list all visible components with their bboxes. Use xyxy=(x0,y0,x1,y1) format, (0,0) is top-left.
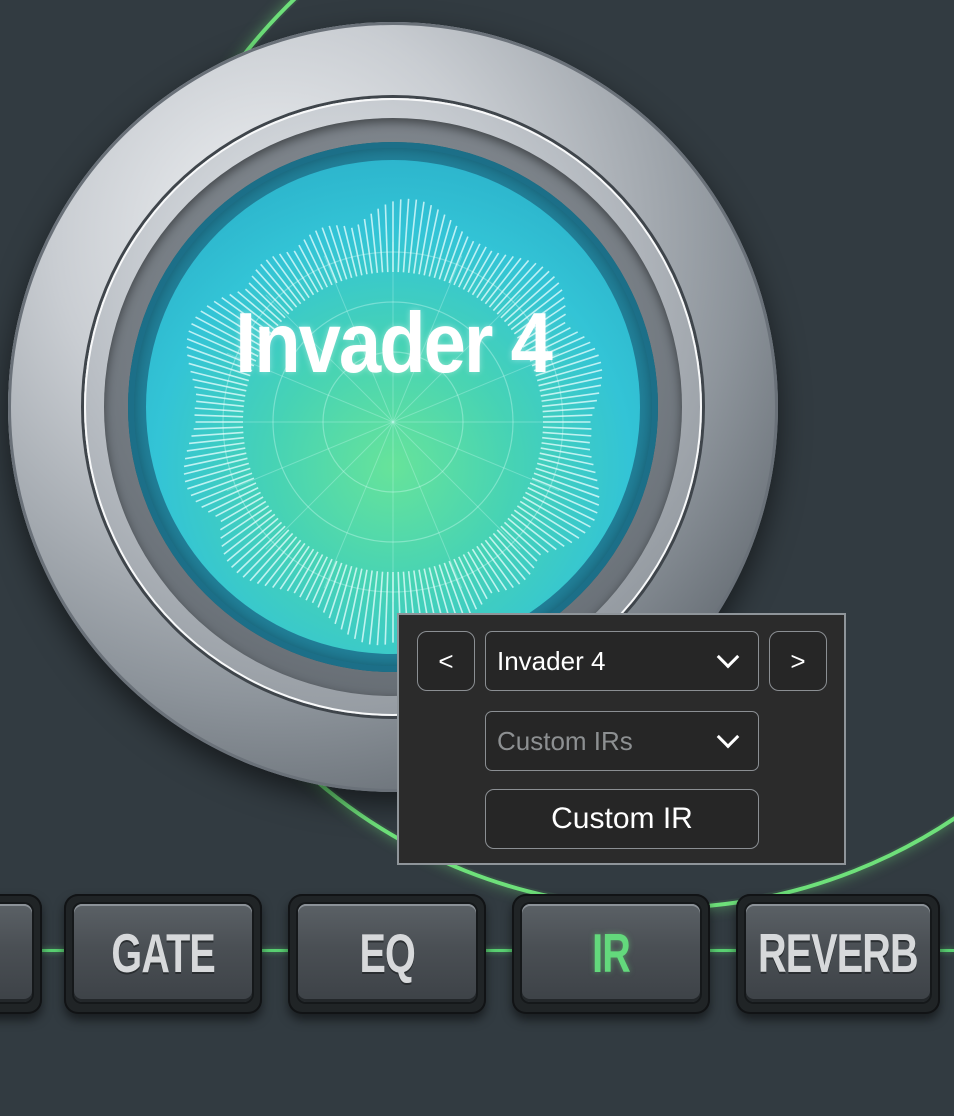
waveform-spike xyxy=(194,414,244,418)
ir-category-select-value: Custom IRs xyxy=(497,725,633,756)
module-label: REVERB xyxy=(758,922,919,984)
waveform-spike xyxy=(529,482,598,514)
waveform-spike xyxy=(527,487,595,521)
waveform-spike xyxy=(539,452,594,466)
waveform-spike xyxy=(191,431,244,437)
waveform-spike xyxy=(428,567,443,619)
waveform-spike xyxy=(542,407,595,413)
custom-ir-button[interactable]: Custom IR xyxy=(485,789,759,849)
waveform-spike xyxy=(397,199,402,273)
chevron-down-icon xyxy=(716,645,740,669)
waveform-spike xyxy=(188,436,244,445)
waveform-spike xyxy=(542,431,592,437)
waveform-spike xyxy=(377,208,384,273)
waveform-spike xyxy=(384,204,389,273)
ir-select-panel: < Invader 4 > Custom IRs Custom IR xyxy=(397,613,846,865)
chevron-down-icon xyxy=(716,725,740,749)
waveform-spike xyxy=(402,198,410,273)
next-ir-button[interactable]: > xyxy=(769,631,827,691)
module-label: GATE xyxy=(111,922,215,984)
waveform-spike xyxy=(221,509,273,548)
waveform-spike xyxy=(347,568,363,635)
knob-title: Invader 4 xyxy=(235,295,553,392)
waveform-spike xyxy=(516,505,573,544)
module-button-ir[interactable]: IR xyxy=(512,894,710,1014)
module-label: EQ xyxy=(359,922,415,984)
module-button-eq[interactable]: EQ xyxy=(288,894,486,1014)
waveform-spike xyxy=(256,536,298,585)
waveform-spike xyxy=(219,500,267,531)
ir-preset-select[interactable]: Invader 4 xyxy=(485,631,759,691)
waveform-spike xyxy=(201,482,257,508)
ir-category-select[interactable]: Custom IRs xyxy=(485,711,759,771)
waveform-spike xyxy=(542,436,590,444)
waveform-graphic xyxy=(183,198,603,646)
waveform-spike xyxy=(384,571,389,645)
ir-preset-select-value: Invader 4 xyxy=(497,645,606,676)
waveform-spike xyxy=(500,525,538,562)
waveform-spike xyxy=(542,399,598,408)
waveform-spike xyxy=(193,426,244,430)
waveform-spike xyxy=(207,487,259,513)
waveform-spike xyxy=(513,509,565,548)
waveform-spike xyxy=(343,225,358,277)
waveform-spike xyxy=(196,400,244,408)
module-button-gate[interactable]: GATE xyxy=(64,894,262,1014)
waveform-spike xyxy=(542,426,592,430)
waveform-spike xyxy=(370,213,379,273)
prev-ir-button[interactable]: < xyxy=(417,631,475,691)
waveform-spike xyxy=(418,204,433,275)
waveform-spike xyxy=(542,414,593,418)
waveform-spike xyxy=(376,571,384,646)
app-stage: Invader 4 < Invader 4 > Custom IRs Custo… xyxy=(0,0,954,1116)
module-button-partial[interactable] xyxy=(0,894,42,1014)
waveform-spike xyxy=(194,407,244,413)
waveform-spike xyxy=(423,209,439,276)
module-button-reverb[interactable]: REVERB xyxy=(736,894,940,1014)
waveform-spike xyxy=(353,569,368,640)
waveform-spike xyxy=(183,452,247,468)
module-label-active: IR xyxy=(592,922,631,984)
knob-display-screen xyxy=(146,160,640,654)
